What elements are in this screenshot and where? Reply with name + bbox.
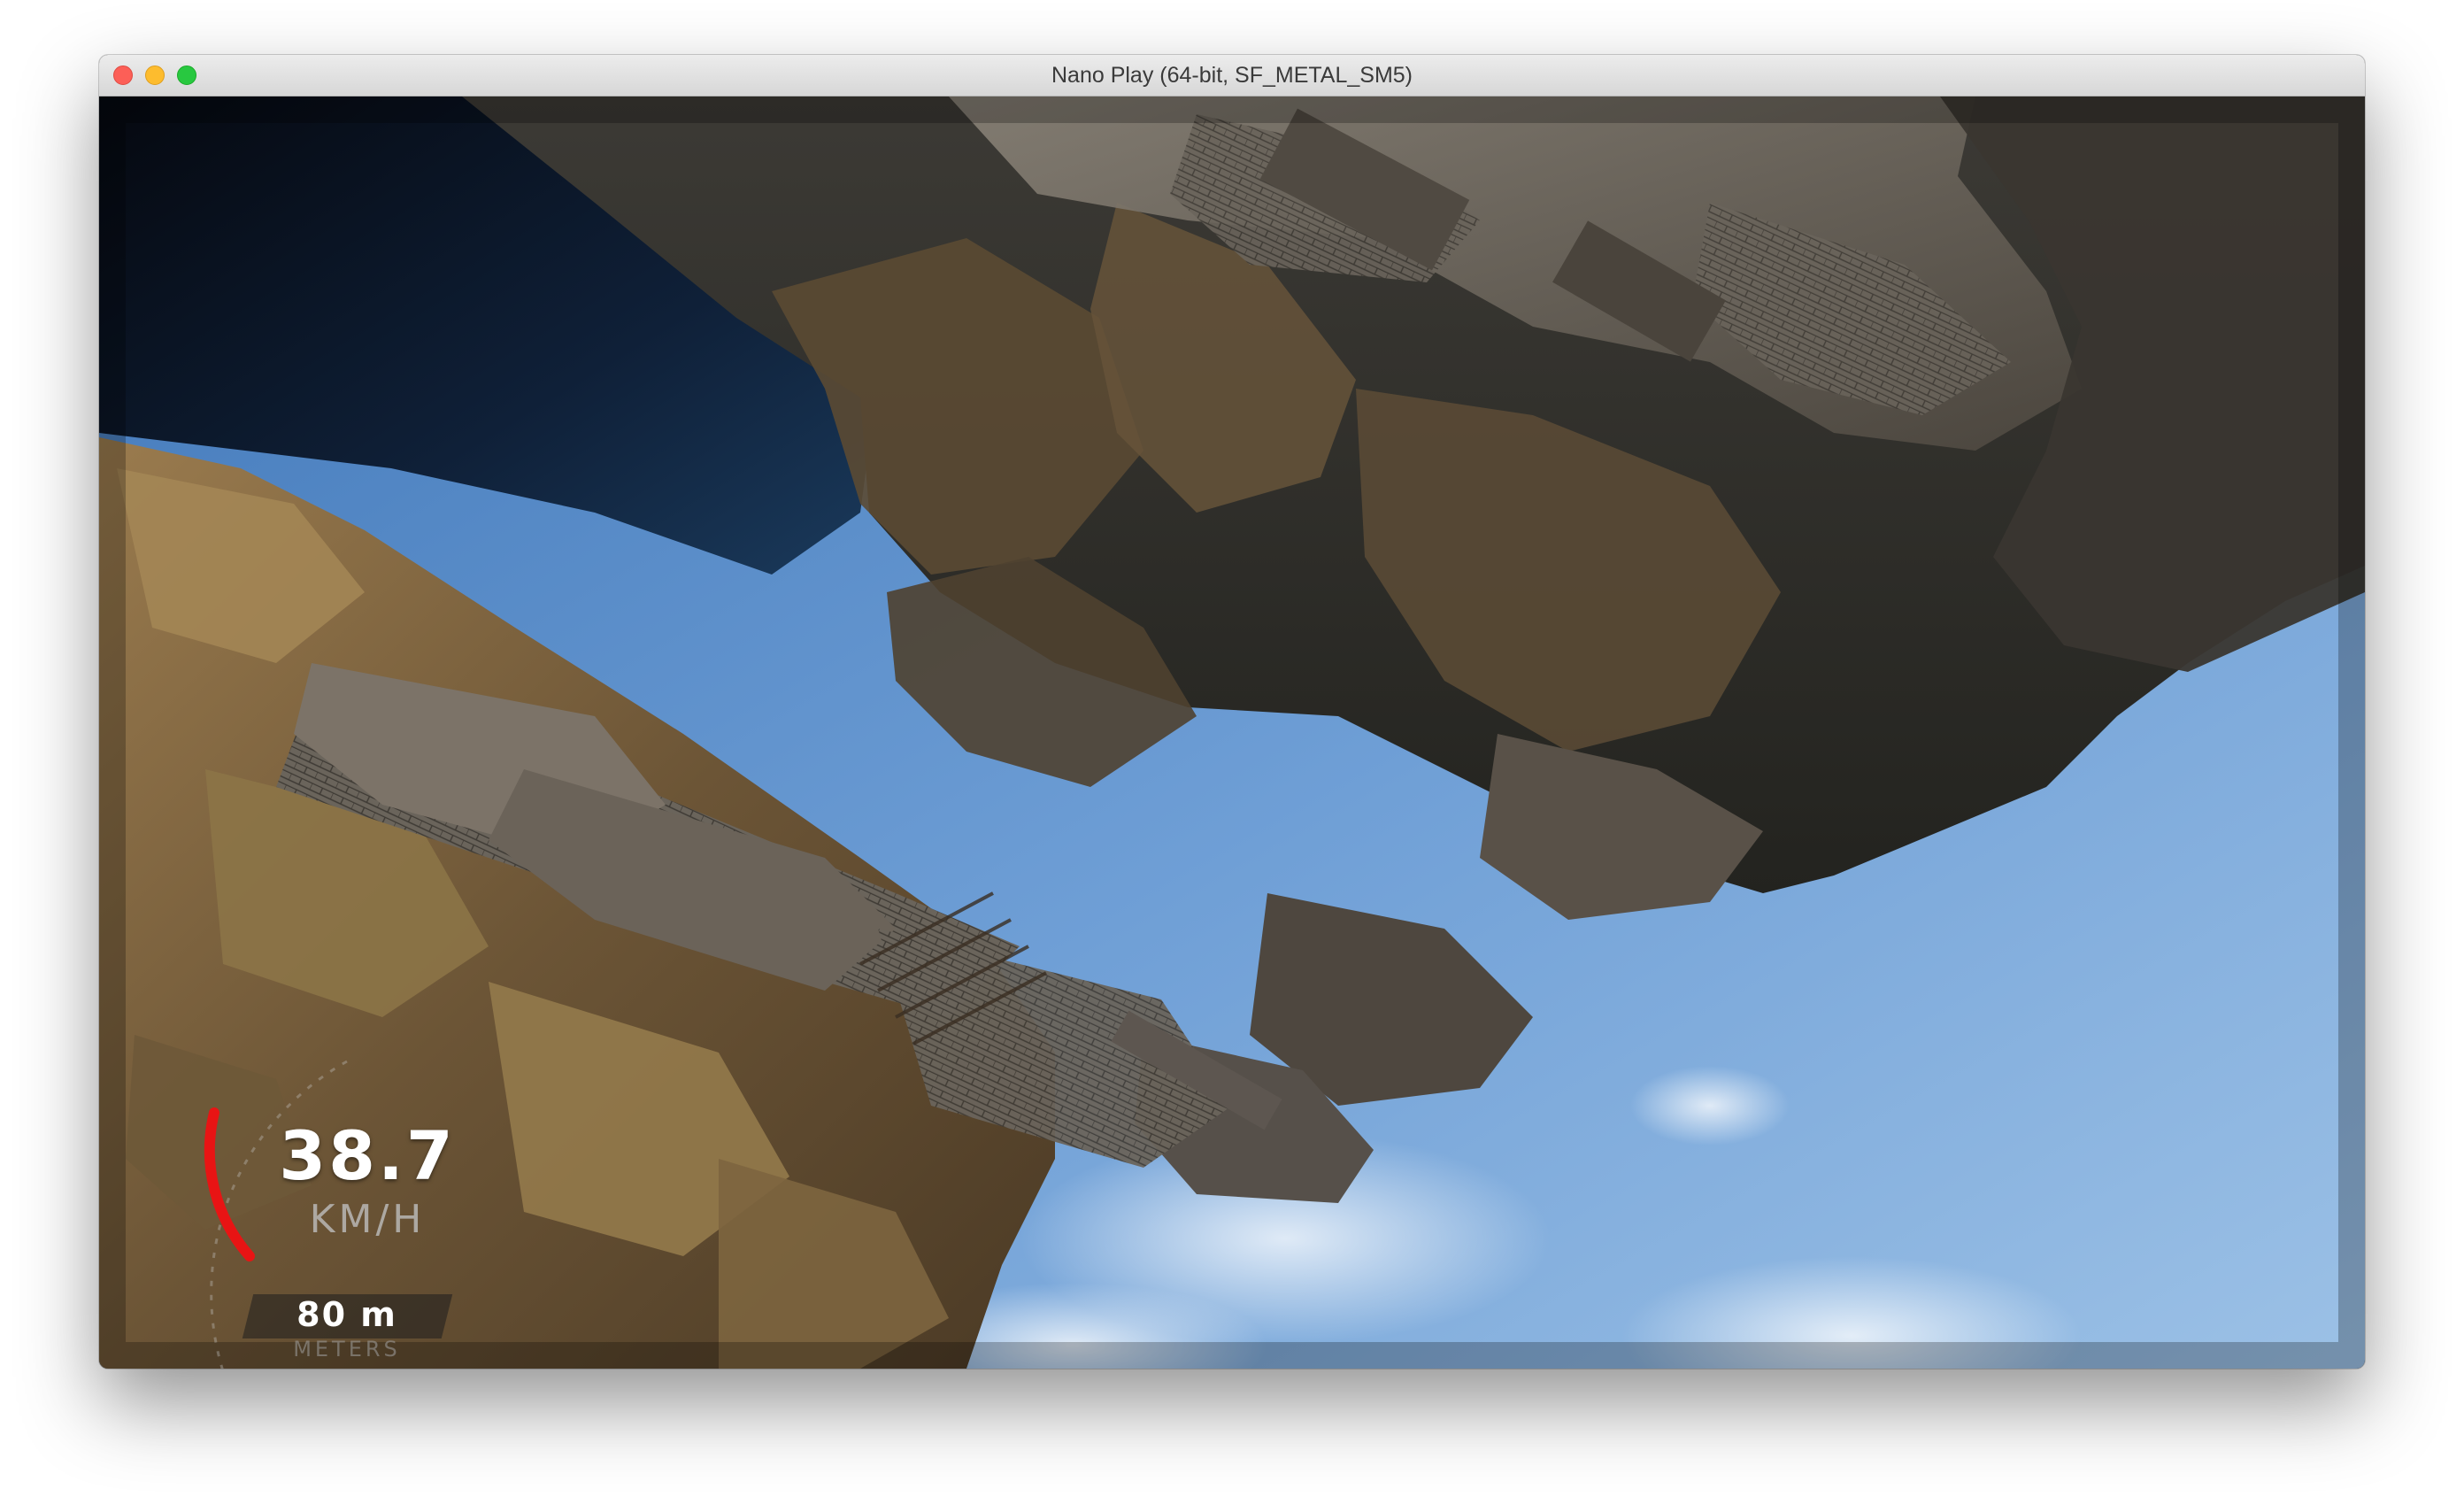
game-viewport[interactable]: 38.7 KM/H 80 m METERS — [99, 96, 2365, 1369]
altitude-readout: 80 m — [296, 1295, 397, 1334]
desktop-background: Nano Play (64-bit, SF_METAL_SM5) 38.7 KM… — [0, 0, 2464, 1512]
altitude-caption: METERS — [293, 1337, 401, 1362]
speed-unit: KM/H — [309, 1197, 426, 1242]
cloud — [1630, 1066, 1790, 1146]
game-window[interactable]: Nano Play (64-bit, SF_METAL_SM5) 38.7 KM… — [99, 55, 2365, 1369]
window-title: Nano Play (64-bit, SF_METAL_SM5) — [1051, 63, 1413, 88]
speed-readout: 38.7 — [279, 1116, 456, 1195]
title-bar[interactable]: Nano Play (64-bit, SF_METAL_SM5) — [99, 55, 2365, 96]
